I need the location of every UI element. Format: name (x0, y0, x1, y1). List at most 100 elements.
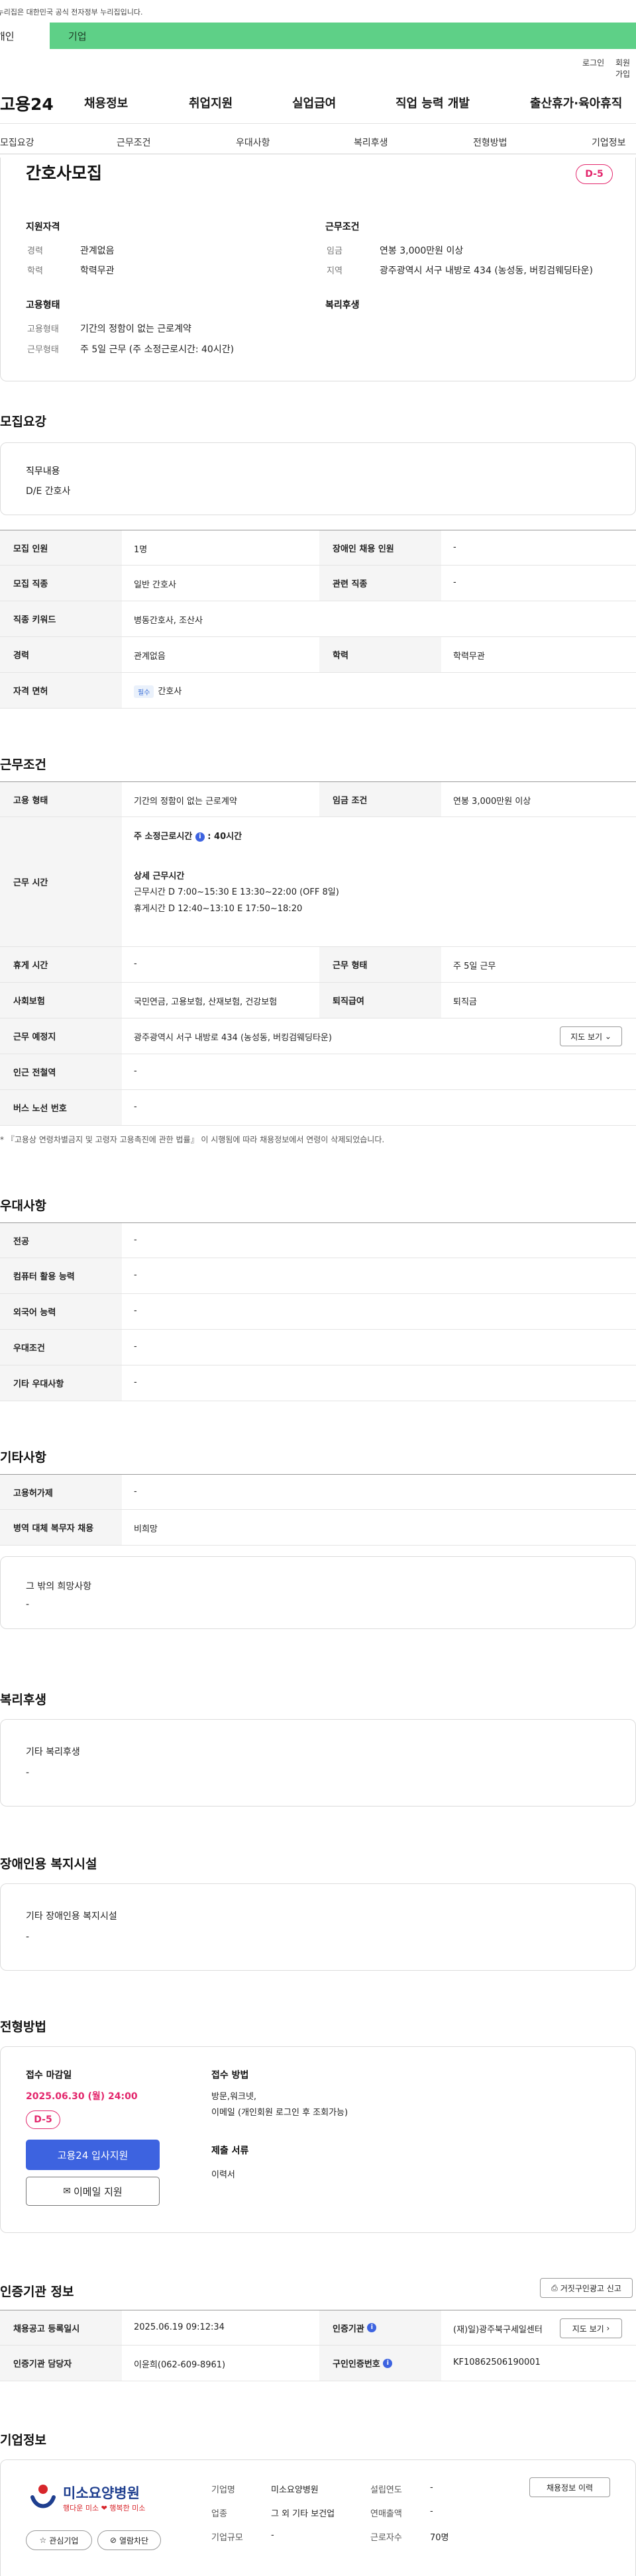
table-header-cell: 자격 면허 (0, 673, 122, 708)
qual-key: 학력 (27, 266, 43, 276)
table-row: 인증기관 담당자 이윤희(062-609-8961) 구인인증번호 i KF10… (0, 2346, 636, 2381)
emp-value: 주 5일 근무 (주 소정근로시간: 40시간) (80, 344, 235, 355)
company-info-key: 기업명 (211, 2485, 235, 2495)
dday-badge: D-5 (26, 2110, 60, 2129)
email-apply-button[interactable]: ✉ 이메일 지원 (26, 2177, 160, 2206)
table-cell: (재)일)광주북구세일센터 (453, 2325, 543, 2335)
gnb-menu-item[interactable]: 직업 능력 개발 (396, 94, 470, 111)
table-row: 기타 우대사항 - (0, 1365, 636, 1401)
table-header-cell: 근무 시간 (0, 817, 122, 946)
info-icon[interactable]: i (195, 832, 205, 842)
table-row: 컴퓨터 활용 능력 - (0, 1258, 636, 1294)
table-row: 근무 시간 주 소정근로시간 i : 40시간 상세 근무시간 근무시간 D 7… (0, 817, 636, 947)
table-row: 채용공고 등록일시 2025.06.19 09:12:34 인증기관 i (재)… (0, 2310, 636, 2346)
docs-label: 제출 서류 (211, 2146, 249, 2156)
login-link[interactable]: 로그인 (582, 57, 604, 68)
company-info-key: 기업규모 (211, 2533, 243, 2543)
job-history-button[interactable]: 채용정보 이력 (529, 2477, 610, 2497)
gnb-menu-item[interactable]: 출산휴가·육아휴직 (530, 94, 622, 111)
table-header-cell: 고용허가제 (0, 1475, 122, 1509)
disability-facility-box: 기타 장애인용 복지시설 - (0, 1883, 636, 1971)
section-nav-item[interactable]: 기업정보 (592, 136, 626, 149)
table-header-cell: 버스 노선 번호 (0, 1090, 122, 1125)
company-logo-name: 미소요양병원 (63, 2485, 140, 2501)
table-row: 모집 직종 일반 간호사 관련 직종 - (0, 566, 636, 601)
emp-key: 고용형태 (27, 324, 59, 334)
table-row: 사회보험 국민연금, 고용보험, 산재보험, 건강보험 퇴직급여 퇴직금 (0, 983, 636, 1018)
section-nav-item[interactable]: 모집요강 (0, 136, 34, 149)
section-title-cert: 인증기관 정보 (0, 2285, 74, 2299)
qual-key: 경력 (27, 246, 43, 256)
gov-banner: 이 누리집은 대한민국 공식 전자정부 누리집입니다. (0, 0, 636, 23)
site-logo[interactable]: 고용24 (0, 91, 54, 115)
report-button[interactable]: ⎙ 거짓구인광고 신고 (540, 2278, 633, 2298)
tab-personal[interactable]: 개인 (0, 23, 50, 49)
table-header-cell: 모집 인원 (0, 530, 122, 565)
table-header-cell: 구인인증번호 i (319, 2346, 441, 2381)
cond-key: 지역 (327, 266, 343, 276)
table-cell: 1명 (134, 545, 148, 555)
table-cell: - (134, 1377, 137, 1387)
table-header-cell: 학력 (319, 637, 441, 672)
map-button[interactable]: 지도 보기 ⌄ (560, 1026, 622, 1046)
table-cell: 연봉 3,000만원 이상 (453, 797, 531, 807)
box-label: 기타 장애인용 복지시설 (26, 1911, 117, 1922)
tab-corporate[interactable]: 기업 (50, 23, 636, 49)
block-view-button[interactable]: ⊘ 열람차단 (97, 2530, 161, 2550)
section-nav-item[interactable]: 전형방법 (473, 136, 507, 149)
favorite-company-button[interactable]: ☆ 관심기업 (26, 2530, 92, 2550)
section-title-work: 근무조건 (0, 758, 46, 772)
table-row: 전공 - (0, 1222, 636, 1258)
gnb-menu-item[interactable]: 실업급여 (292, 94, 336, 111)
welfare-box: 기타 복리후생 - (0, 1719, 636, 1807)
required-tag: 필수 (134, 685, 154, 698)
table-cell: - (453, 577, 456, 587)
table-cell: - (134, 1306, 137, 1316)
duty-value: D/E 간호사 (26, 486, 71, 497)
table-cell: 관계없음 (134, 652, 166, 662)
table-cell: - (134, 1102, 137, 1112)
table-header-cell: 우대조건 (0, 1330, 122, 1365)
section-title-disability: 장애인용 복지시설 (0, 1857, 97, 1871)
table-header-cell: 기타 우대사항 (0, 1365, 122, 1401)
gnb-menu-item[interactable]: 채용정보 (84, 94, 128, 111)
section-nav-item[interactable]: 복리후생 (354, 136, 388, 149)
cond-value: 연봉 3,000만원 이상 (380, 246, 464, 256)
company-info-value: 그 외 기타 보건업 (271, 2509, 335, 2519)
age-notice: * 『고용상 연령차별금지 및 고령자 고용촉진에 관한 법률』 이 시행됨에 … (0, 1135, 385, 1144)
chevron-down-icon: ⌄ (604, 1032, 611, 1041)
table-header-cell: 휴게 시간 (0, 947, 122, 982)
cond-key: 임금 (327, 246, 343, 256)
table-cell: - (134, 1066, 137, 1076)
section-nav-item[interactable]: 근무조건 (117, 136, 151, 149)
info-icon[interactable]: i (367, 2323, 377, 2332)
job-summary-card: 간호사모집 D-5 지원자격 경력 관계없음 학력 학력무관 근무조건 임금 연… (0, 158, 636, 381)
company-card: 미소요양병원 행다운 미소 ❤ 행복한 미소 ☆ 관심기업 ⊘ 열람차단 기업명 미… (0, 2459, 636, 2576)
table-header-cell: 직종 키워드 (0, 601, 122, 636)
section-title-company: 기업정보 (0, 2433, 46, 2448)
duty-box: 직무내용 D/E 간호사 (0, 442, 636, 515)
company-info-value: - (430, 2506, 433, 2516)
work-cond-heading: 근무조건 (325, 222, 360, 232)
dday-badge: D-5 (576, 164, 613, 184)
apply-button[interactable]: 고용24 입사지원 (26, 2140, 160, 2170)
table-header-cell: 인근 전철역 (0, 1054, 122, 1089)
qual-value: 관계없음 (80, 246, 115, 256)
table-cell: 기간의 정함이 없는 근로계약 (134, 797, 237, 807)
table-cell: 이윤희(062-609-8961) (134, 2360, 226, 2370)
table-cell: 비희망 (134, 1524, 158, 1534)
gnb-menu-item[interactable]: 취업지원 (189, 94, 233, 111)
map-button[interactable]: 지도 보기 › (560, 2318, 622, 2338)
table-header-cell: 병역 대체 복무자 채용 (0, 1510, 122, 1545)
table-header-cell: 관련 직종 (319, 566, 441, 601)
gov-banner-text: 이 누리집은 대한민국 공식 전자정부 누리집입니다. (0, 8, 143, 17)
table-row: 우대조건 - (0, 1330, 636, 1365)
signup-link[interactable]: 회원가입 (615, 57, 636, 79)
company-logo-slogan: 행다운 미소 ❤ 행복한 미소 (63, 2504, 146, 2512)
section-title-etc: 기타사항 (0, 1450, 46, 1465)
table-header-cell: 경력 (0, 637, 122, 672)
info-icon[interactable]: i (383, 2358, 393, 2368)
section-nav-item[interactable]: 우대사항 (236, 136, 270, 149)
table-header-cell: 인증기관 i (319, 2310, 441, 2345)
global-nav: 고용24 채용정보 취업지원 실업급여 직업 능력 개발 출산휴가·육아휴직 (0, 89, 636, 115)
